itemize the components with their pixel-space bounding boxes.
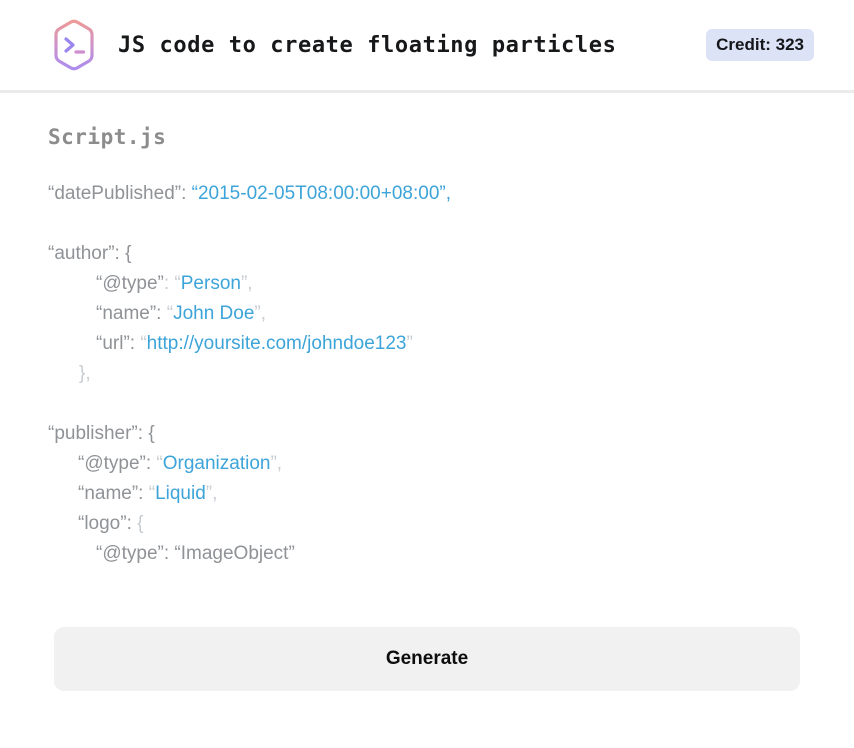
code-line: “author”: {	[48, 243, 132, 264]
code-line: “@type”: “Person”,	[96, 273, 253, 294]
terminal-prompt-hexagon-icon	[52, 19, 96, 71]
app-header: JS code to create floating particles Cre…	[0, 0, 854, 93]
main-content: Script.js “datePublished”: “2015-02-05T0…	[0, 93, 854, 691]
code-line: “publisher”: {	[48, 423, 155, 444]
button-row: Generate	[48, 627, 806, 691]
code-line: “name”: “Liquid”,	[78, 483, 218, 504]
code-line: “datePublished”: “2015-02-05T08:00:00+08…	[48, 183, 451, 204]
credit-badge: Credit: 323	[706, 29, 814, 61]
generate-button[interactable]: Generate	[54, 627, 800, 691]
code-line: “name”: “John Doe”,	[96, 303, 267, 324]
code-output: “datePublished”: “2015-02-05T08:00:00+08…	[48, 179, 806, 569]
code-line: “@type”: “Organization”,	[78, 453, 283, 474]
file-name-heading: Script.js	[48, 125, 167, 149]
code-line: “@type”: “ImageObject”	[96, 543, 295, 564]
code-line: },	[79, 363, 91, 384]
code-line: “url”: “http://yoursite.com/johndoe123”	[96, 333, 413, 354]
code-line: “logo”: {	[78, 513, 144, 534]
page-title: JS code to create floating particles	[118, 32, 617, 58]
